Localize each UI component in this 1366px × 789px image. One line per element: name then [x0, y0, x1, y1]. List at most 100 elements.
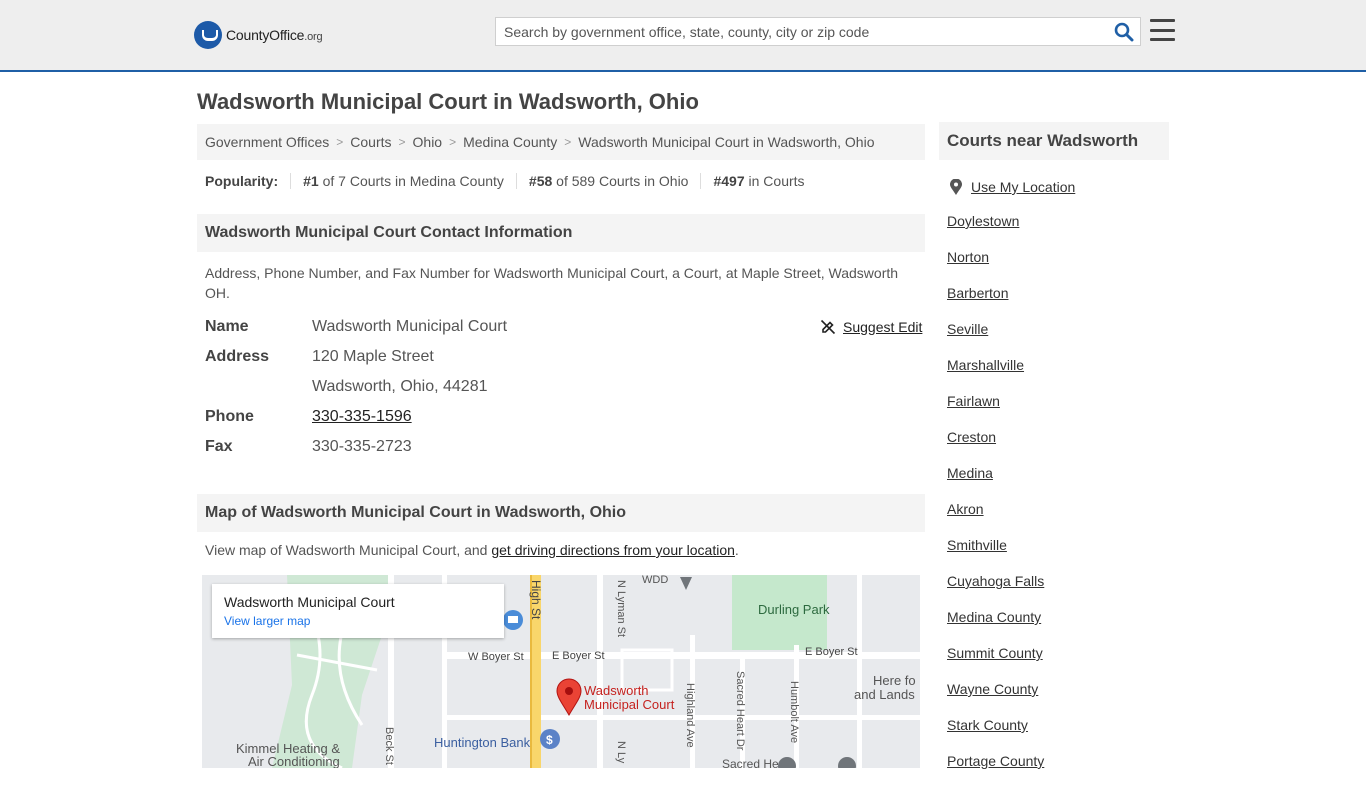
map-label-e-boyer-st-east: E Boyer St [805, 646, 858, 658]
info-row-address-2: Wadsworth, Ohio, 44281 [205, 378, 488, 396]
sidebar-link[interactable]: Portage County [947, 753, 1044, 769]
map-label-w-boyer-st: W Boyer St [468, 651, 524, 663]
address-line1: 120 Maple Street [312, 348, 434, 365]
map-label-highland-ave: Highland Ave [684, 683, 696, 748]
address-line2: Wadsworth, Ohio, 44281 [312, 378, 488, 395]
phone-label: Phone [205, 408, 254, 425]
search-box [495, 17, 1141, 46]
map-label-high-st: High St [529, 580, 543, 620]
logo-seal-icon [194, 21, 222, 49]
breadcrumb-current: Wadsworth Municipal Court in Wadsworth, … [578, 134, 875, 150]
popularity-state: #58 of 589 Courts in Ohio [515, 173, 701, 189]
sidebar-link[interactable]: Creston [947, 429, 996, 445]
search-button[interactable] [1114, 22, 1134, 42]
map-heading: Map of Wadsworth Municipal Court in Wads… [197, 494, 925, 532]
map-pin-label-line2: Municipal Court [584, 697, 675, 712]
map-label-e-boyer-st: E Boyer St [552, 650, 605, 662]
breadcrumb-separator-icon: > [336, 135, 344, 149]
sidebar-item-barberton: Barberton [947, 285, 1044, 321]
address-label-spacer [205, 378, 312, 396]
bank-pin-icon: $ [540, 729, 560, 749]
breadcrumb-courts[interactable]: Courts [350, 134, 391, 150]
map-card-title: Wadsworth Municipal Court [224, 594, 395, 610]
search-input[interactable] [496, 18, 1106, 45]
map-label-n-lyman-st: N Lyman St [615, 580, 627, 637]
sidebar-item-medina-county: Medina County [947, 609, 1044, 645]
sidebar-item-doylestown: Doylestown [947, 213, 1044, 249]
view-larger-map-link[interactable]: View larger map [224, 614, 492, 628]
sidebar-item-portage-county: Portage County [947, 753, 1044, 789]
fax-value: 330-335-2723 [312, 438, 412, 455]
breadcrumb-medina-county[interactable]: Medina County [463, 134, 557, 150]
sidebar-item-stark-county: Stark County [947, 717, 1044, 753]
sidebar-link[interactable]: Stark County [947, 717, 1028, 733]
suggest-edit-link[interactable]: Suggest Edit [843, 319, 922, 335]
map-label-sacred-heart-dr: Sacred Heart Dr [734, 671, 746, 751]
sidebar-link[interactable]: Seville [947, 321, 988, 337]
site-logo[interactable]: CountyOffice.org [194, 20, 323, 50]
fax-label: Fax [205, 438, 233, 455]
nearby-courts-list: Doylestown Norton Barberton Seville Mars… [947, 213, 1044, 789]
hamburger-menu-icon[interactable] [1150, 19, 1175, 41]
map-info-card: Wadsworth Municipal Court View larger ma… [212, 584, 504, 638]
sidebar-link[interactable]: Wayne County [947, 681, 1038, 697]
map-embed[interactable]: High St N Lyman St W Boyer St E Boyer St… [202, 575, 920, 768]
sidebar-item-medina: Medina [947, 465, 1044, 501]
location-pin-icon [950, 179, 962, 195]
map-description: View map of Wadsworth Municipal Court, a… [205, 542, 739, 558]
map-label-durling-park: Durling Park [758, 602, 830, 617]
sidebar-link[interactable]: Norton [947, 249, 989, 265]
name-value: Wadsworth Municipal Court [312, 318, 508, 335]
popularity-label: Popularity: [205, 173, 279, 189]
sidebar-item-akron: Akron [947, 501, 1044, 537]
driving-directions-link[interactable]: get driving directions from your locatio… [491, 542, 735, 558]
map-label-here-for-line1: Here fo [873, 673, 916, 688]
search-icon [1114, 22, 1134, 42]
sidebar-item-cuyahoga-falls: Cuyahoga Falls [947, 573, 1044, 609]
info-row-phone: Phone 330-335-1596 [205, 408, 412, 426]
sidebar-link[interactable]: Marshallville [947, 357, 1024, 373]
sidebar-link[interactable]: Medina [947, 465, 993, 481]
logo-text: CountyOffice.org [226, 27, 323, 43]
sidebar-link[interactable]: Medina County [947, 609, 1041, 625]
sidebar-link[interactable]: Doylestown [947, 213, 1019, 229]
sidebar-link[interactable]: Cuyahoga Falls [947, 573, 1044, 589]
name-label: Name [205, 318, 249, 335]
breadcrumb-separator-icon: > [449, 135, 457, 149]
sidebar-item-creston: Creston [947, 429, 1044, 465]
edit-off-icon [820, 319, 836, 335]
breadcrumb-separator-icon: > [398, 135, 406, 149]
sidebar-link[interactable]: Summit County [947, 645, 1043, 661]
map-label-huntington-bank: Huntington Bank [434, 735, 531, 750]
info-row-name: Name Wadsworth Municipal Court [205, 318, 507, 336]
use-my-location[interactable]: Use My Location [950, 179, 1075, 195]
sidebar-item-fairlawn: Fairlawn [947, 393, 1044, 429]
svg-text:$: $ [546, 733, 553, 747]
site-header: CountyOffice.org [0, 0, 1366, 72]
page-title: Wadsworth Municipal Court in Wadsworth, … [197, 89, 699, 114]
contact-heading: Wadsworth Municipal Court Contact Inform… [197, 214, 925, 252]
sidebar-item-norton: Norton [947, 249, 1044, 285]
phone-link[interactable]: 330-335-1596 [312, 408, 412, 425]
sidebar-item-smithville: Smithville [947, 537, 1044, 573]
popularity-bar: Popularity: #1 of 7 Courts in Medina Cou… [205, 173, 817, 189]
use-my-location-link[interactable]: Use My Location [971, 179, 1075, 195]
breadcrumb-government-offices[interactable]: Government Offices [205, 134, 329, 150]
sidebar-link[interactable]: Barberton [947, 285, 1008, 301]
map-label-kimmel-line2: Air Conditioning [248, 754, 340, 768]
breadcrumb-ohio[interactable]: Ohio [413, 134, 443, 150]
popularity-national: #497 in Courts [700, 173, 816, 189]
map-pin-label-line1: Wadsworth [584, 683, 649, 698]
sidebar-item-marshallville: Marshallville [947, 357, 1044, 393]
sidebar-link[interactable]: Fairlawn [947, 393, 1000, 409]
sidebar-link[interactable]: Smithville [947, 537, 1007, 553]
contact-description: Address, Phone Number, and Fax Number fo… [205, 265, 899, 301]
suggest-edit[interactable]: Suggest Edit [820, 319, 922, 335]
sidebar-heading: Courts near Wadsworth [939, 122, 1169, 160]
map-label-beck-st: Beck St [383, 727, 395, 765]
sidebar-link[interactable]: Akron [947, 501, 984, 517]
map-label-humbolt-ave: Humbolt Ave [788, 681, 800, 743]
popularity-county: #1 of 7 Courts in Medina County [290, 173, 516, 189]
map-label-n-ly: N Ly [615, 741, 627, 764]
sidebar-item-summit-county: Summit County [947, 645, 1044, 681]
